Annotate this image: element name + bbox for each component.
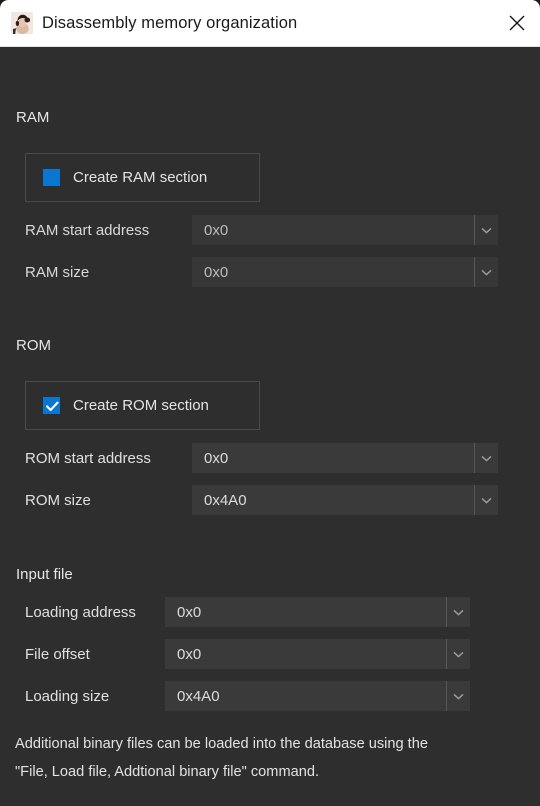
file-offset-label: File offset (25, 646, 90, 663)
chevron-down-icon[interactable] (446, 681, 470, 711)
loading-address-combo[interactable]: 0x0 (165, 597, 470, 627)
chevron-down-icon[interactable] (474, 485, 498, 515)
chevron-down-icon[interactable] (474, 257, 498, 287)
ram-start-address-label: RAM start address (25, 222, 150, 239)
loading-size-label: Loading size (25, 688, 110, 705)
checkbox-box-rom[interactable] (43, 397, 60, 414)
file-offset-combo[interactable]: 0x0 (165, 639, 470, 669)
loading-address-label: Loading address (25, 604, 136, 621)
chevron-down-icon[interactable] (474, 443, 498, 473)
dialog-content: RAM Create RAM section RAM start address… (0, 47, 540, 806)
loading-address-value: 0x0 (177, 603, 202, 621)
dialog-window: Disassembly memory organization RAM Crea… (0, 0, 540, 806)
create-ram-section-label: Create RAM section (73, 169, 208, 186)
close-button[interactable] (494, 0, 540, 45)
rom-start-address-label: ROM start address (25, 450, 151, 467)
ram-size-combo[interactable]: 0x0 (192, 257, 498, 287)
window-title: Disassembly memory organization (42, 13, 298, 32)
note-line-2: "File, Load file, Addtional binary file"… (15, 764, 320, 780)
ram-size-label: RAM size (25, 264, 90, 281)
section-title-rom: ROM (16, 337, 51, 354)
checkbox-box-ram[interactable] (43, 169, 60, 186)
section-title-ram: RAM (16, 109, 50, 126)
ram-start-address-combo[interactable]: 0x0 (192, 215, 498, 245)
chevron-down-icon[interactable] (446, 597, 470, 627)
title-bar: Disassembly memory organization (0, 0, 540, 47)
file-offset-value: 0x0 (177, 645, 202, 663)
loading-size-value: 0x4A0 (177, 687, 220, 705)
note-line-1: Additional binary files can be loaded in… (15, 736, 428, 752)
ram-size-value: 0x0 (204, 263, 229, 281)
chevron-down-icon[interactable] (446, 639, 470, 669)
create-rom-section-label: Create ROM section (73, 397, 209, 414)
rom-size-label: ROM size (25, 492, 91, 509)
create-ram-section-checkbox[interactable]: Create RAM section (25, 153, 260, 202)
loading-size-combo[interactable]: 0x4A0 (165, 681, 470, 711)
chevron-down-icon[interactable] (474, 215, 498, 245)
rom-size-value: 0x4A0 (204, 491, 247, 509)
rom-start-address-combo[interactable]: 0x0 (192, 443, 498, 473)
ram-start-address-value: 0x0 (204, 221, 229, 239)
rom-size-combo[interactable]: 0x4A0 (192, 485, 498, 515)
create-rom-section-checkbox[interactable]: Create ROM section (25, 381, 260, 430)
rom-start-address-value: 0x0 (204, 449, 229, 467)
ida-logo-icon (11, 12, 33, 34)
section-title-input-file: Input file (16, 566, 73, 583)
